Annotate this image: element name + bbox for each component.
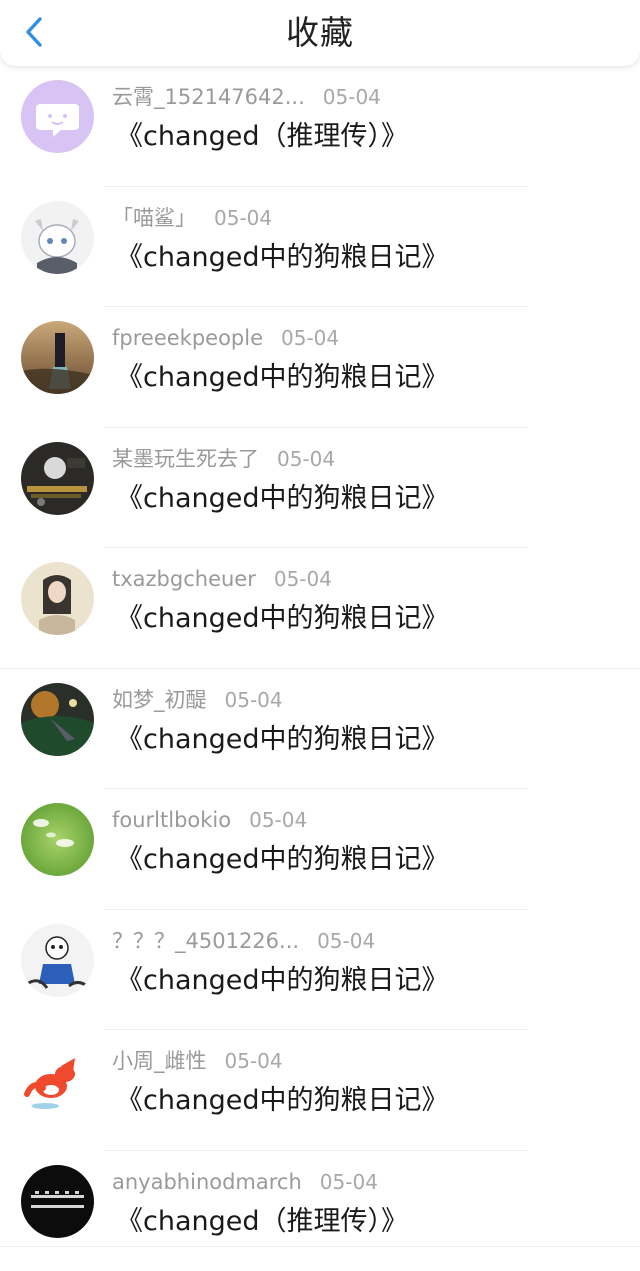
list-item[interactable]: 如梦_初醍 05-04 《changed中的狗粮日记》 <box>0 669 640 790</box>
post-title[interactable]: 《changed中的狗粮日记》 <box>116 238 449 278</box>
item-meta: anyabhinodmarch 05-04 <box>112 1165 378 1199</box>
list-item[interactable]: anyabhinodmarch 05-04 《changed（推理传）》 <box>0 1151 640 1271</box>
item-meta: 如梦_初醍 05-04 <box>112 683 283 717</box>
item-meta: txazbgcheuer 05-04 <box>112 562 332 596</box>
item-date: 05-04 <box>323 85 381 109</box>
username[interactable]: 某墨玩生死去了 <box>112 447 259 471</box>
item-meta: fpreeekpeople 05-04 <box>112 321 339 355</box>
list-item[interactable]: 云霄_152147642... 05-04 《changed（推理传）》 <box>0 66 640 187</box>
post-title[interactable]: 《changed中的狗粮日记》 <box>116 961 449 1001</box>
avatar <box>21 562 94 635</box>
item-meta: 云霄_152147642... 05-04 <box>112 80 381 114</box>
list-item[interactable]: ？？？_4501226... 05-04 《changed中的狗粮日记》 <box>0 910 640 1031</box>
username[interactable]: fourltlbokio <box>112 808 231 832</box>
username[interactable]: 小周_雌性 <box>112 1049 207 1073</box>
item-date: 05-04 <box>225 1049 283 1073</box>
list-item[interactable]: txazbgcheuer 05-04 《changed中的狗粮日记》 <box>0 548 640 669</box>
item-date: 05-04 <box>249 808 307 832</box>
post-title[interactable]: 《changed中的狗粮日记》 <box>116 840 449 880</box>
divider <box>0 1246 640 1247</box>
top-bar: 收藏 <box>0 0 640 66</box>
username[interactable]: anyabhinodmarch <box>112 1170 302 1194</box>
avatar <box>21 201 94 274</box>
avatar <box>21 1044 94 1117</box>
list-item[interactable]: 「喵鲨」 05-04 《changed中的狗粮日记》 <box>0 187 640 308</box>
avatar <box>21 683 94 756</box>
avatar <box>21 1165 94 1238</box>
post-title[interactable]: 《changed中的狗粮日记》 <box>116 479 449 519</box>
list-item[interactable]: fourltlbokio 05-04 《changed中的狗粮日记》 <box>0 789 640 910</box>
favorites-list: 云霄_152147642... 05-04 《changed（推理传）》 「喵鲨」… <box>0 66 640 1271</box>
username[interactable]: 如梦_初醍 <box>112 688 207 712</box>
item-meta: 「喵鲨」 05-04 <box>112 201 272 235</box>
item-meta: ？？？_4501226... 05-04 <box>112 924 375 958</box>
item-meta: 小周_雌性 05-04 <box>112 1044 283 1078</box>
avatar <box>21 803 94 876</box>
item-date: 05-04 <box>281 326 339 350</box>
page-title: 收藏 <box>0 0 640 66</box>
list-item[interactable]: fpreeekpeople 05-04 《changed中的狗粮日记》 <box>0 307 640 428</box>
avatar <box>21 924 94 997</box>
item-meta: 某墨玩生死去了 05-04 <box>112 442 335 476</box>
username[interactable]: txazbgcheuer <box>112 567 256 591</box>
username[interactable]: ？？？_4501226... <box>112 929 299 953</box>
list-item[interactable]: 某墨玩生死去了 05-04 《changed中的狗粮日记》 <box>0 428 640 549</box>
item-date: 05-04 <box>274 567 332 591</box>
avatar <box>21 321 94 394</box>
avatar <box>21 80 94 153</box>
list-item[interactable]: 小周_雌性 05-04 《changed中的狗粮日记》 <box>0 1030 640 1151</box>
item-meta: fourltlbokio 05-04 <box>112 803 307 837</box>
post-title[interactable]: 《changed（推理传）》 <box>116 117 408 157</box>
post-title[interactable]: 《changed中的狗粮日记》 <box>116 358 449 398</box>
item-date: 05-04 <box>225 688 283 712</box>
item-date: 05-04 <box>317 929 375 953</box>
post-title[interactable]: 《changed中的狗粮日记》 <box>116 1081 449 1121</box>
item-date: 05-04 <box>277 447 335 471</box>
post-title[interactable]: 《changed中的狗粮日记》 <box>116 599 449 639</box>
item-date: 05-04 <box>320 1170 378 1194</box>
post-title[interactable]: 《changed中的狗粮日记》 <box>116 720 449 760</box>
username[interactable]: 「喵鲨」 <box>112 206 196 230</box>
post-title[interactable]: 《changed（推理传）》 <box>116 1202 408 1242</box>
avatar <box>21 442 94 515</box>
username[interactable]: 云霄_152147642... <box>112 85 305 109</box>
item-date: 05-04 <box>214 206 272 230</box>
username[interactable]: fpreeekpeople <box>112 326 263 350</box>
